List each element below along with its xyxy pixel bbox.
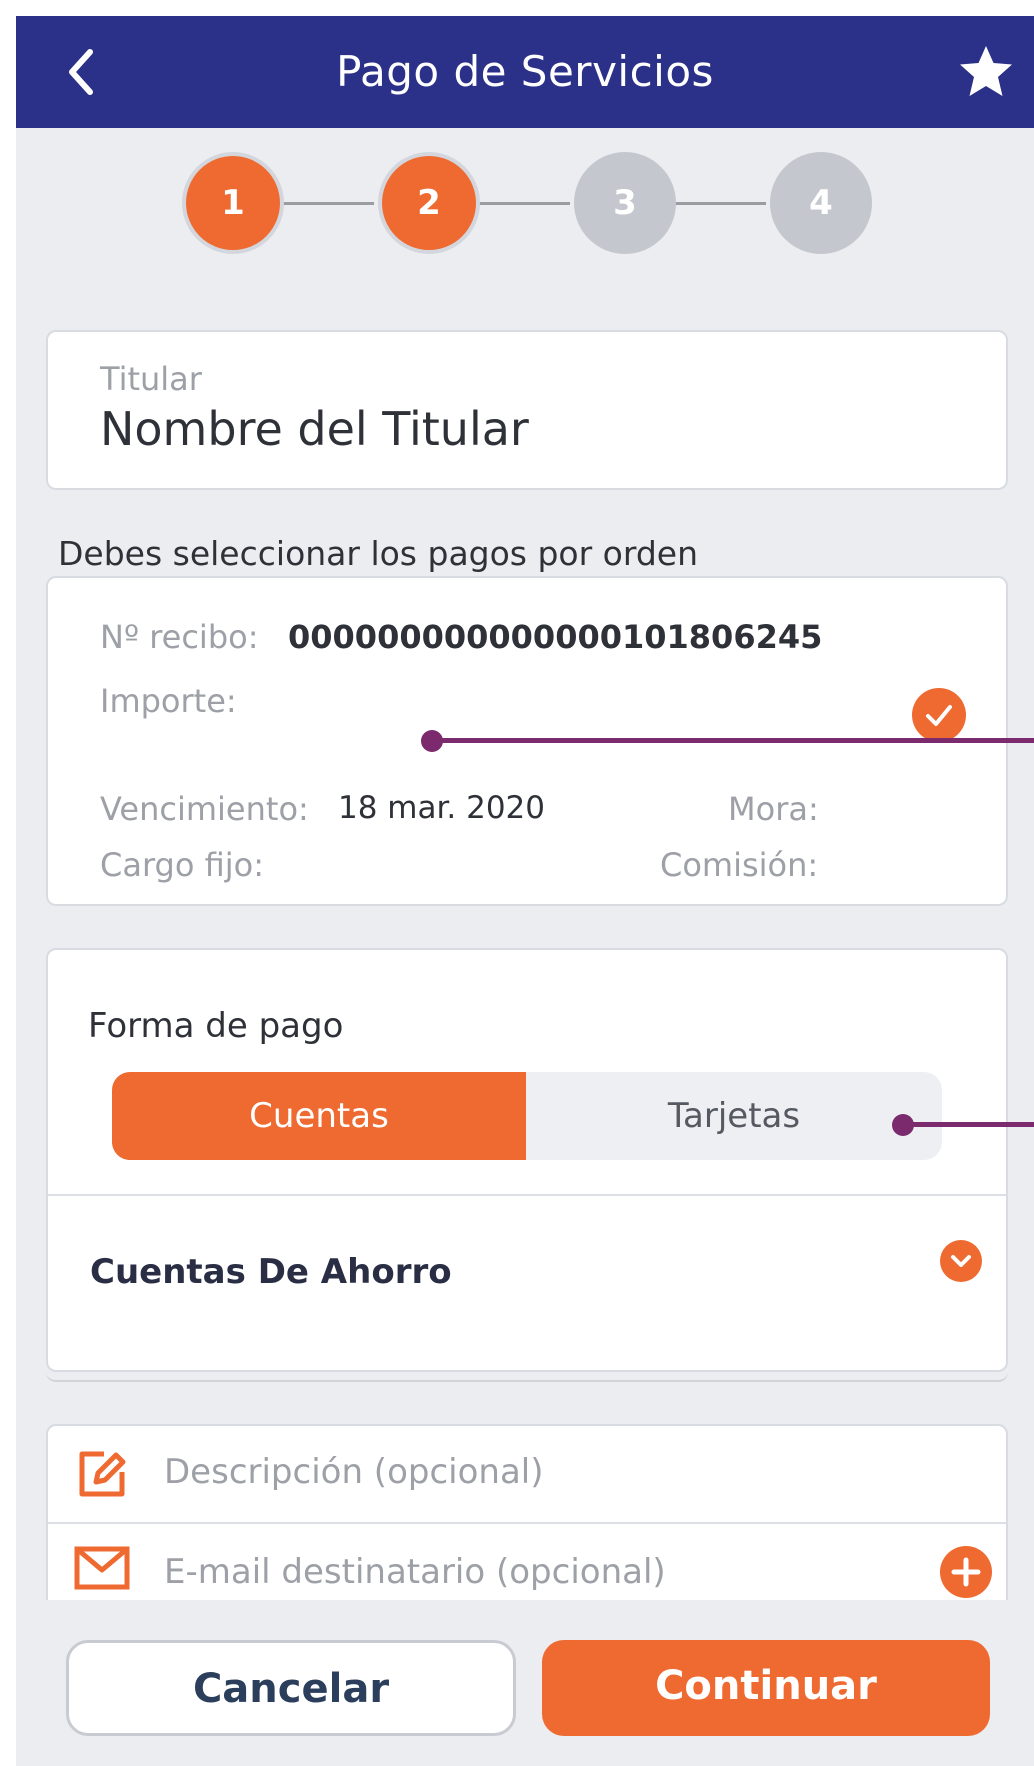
account-type-value: Cuentas De Ahorro (90, 1252, 452, 1292)
fixed-charge-label: Cargo fijo: (100, 846, 265, 884)
description-field[interactable]: Descripción (opcional) (46, 1424, 1008, 1522)
chevron-down-icon (940, 1240, 982, 1282)
cancel-button[interactable]: Cancelar (66, 1640, 516, 1736)
due-date-value: 18 mar. 2020 (338, 790, 545, 826)
step-2: 2 (378, 152, 480, 254)
due-date-label: Vencimiento: (100, 790, 309, 828)
step-3: 3 (574, 152, 676, 254)
continue-button[interactable]: Continuar (542, 1640, 990, 1736)
tab-tarjetas[interactable]: Tarjetas (526, 1072, 942, 1160)
card-stack-shadow (46, 1372, 1008, 1382)
holder-value: Nombre del Titular (100, 402, 529, 456)
holder-label: Titular (100, 360, 202, 398)
step-4: 4 (770, 152, 872, 254)
receipt-selected-check[interactable] (912, 688, 966, 742)
add-email-button[interactable] (940, 1546, 992, 1598)
phone-screen: Pago de Servicios 1 2 3 4 Titular Nombre… (16, 16, 1034, 1766)
star-icon (960, 46, 1012, 96)
callout-line (432, 738, 1034, 743)
receipt-number-value: 000000000000000101806245 (288, 618, 823, 656)
email-input: E-mail destinatario (opcional) (164, 1552, 666, 1592)
edit-icon (79, 1451, 126, 1497)
step-1: 1 (182, 152, 284, 254)
late-fee-label: Mora: (728, 790, 819, 828)
receipt-number-label: Nº recibo: (100, 618, 259, 656)
tab-cuentas[interactable]: Cuentas (112, 1072, 526, 1160)
card-stack-layer (46, 1362, 1008, 1372)
email-field[interactable]: E-mail destinatario (opcional) (46, 1524, 1008, 1600)
app-header: Pago de Servicios (16, 16, 1034, 128)
instruction-text: Debes seleccionar los pagos por orden (58, 534, 699, 573)
favorite-button[interactable] (956, 42, 1016, 102)
mail-icon (74, 1546, 130, 1590)
check-icon (926, 705, 952, 726)
description-input: Descripción (opcional) (164, 1452, 544, 1492)
plus-icon (951, 1557, 981, 1587)
payment-tabs: Cuentas Tarjetas (112, 1072, 942, 1160)
page-title: Pago de Servicios (336, 47, 714, 96)
account-type-select[interactable]: Cuentas De Ahorro (48, 1196, 1006, 1356)
commission-label: Comisión: (660, 846, 819, 884)
amount-label: Importe: (100, 682, 237, 720)
extras-card: Descripción (opcional) E-mail destinatar… (46, 1424, 1008, 1600)
holder-field[interactable]: Titular Nombre del Titular (46, 330, 1008, 490)
callout-line (902, 1122, 1034, 1127)
payment-method-title: Forma de pago (88, 1006, 344, 1046)
